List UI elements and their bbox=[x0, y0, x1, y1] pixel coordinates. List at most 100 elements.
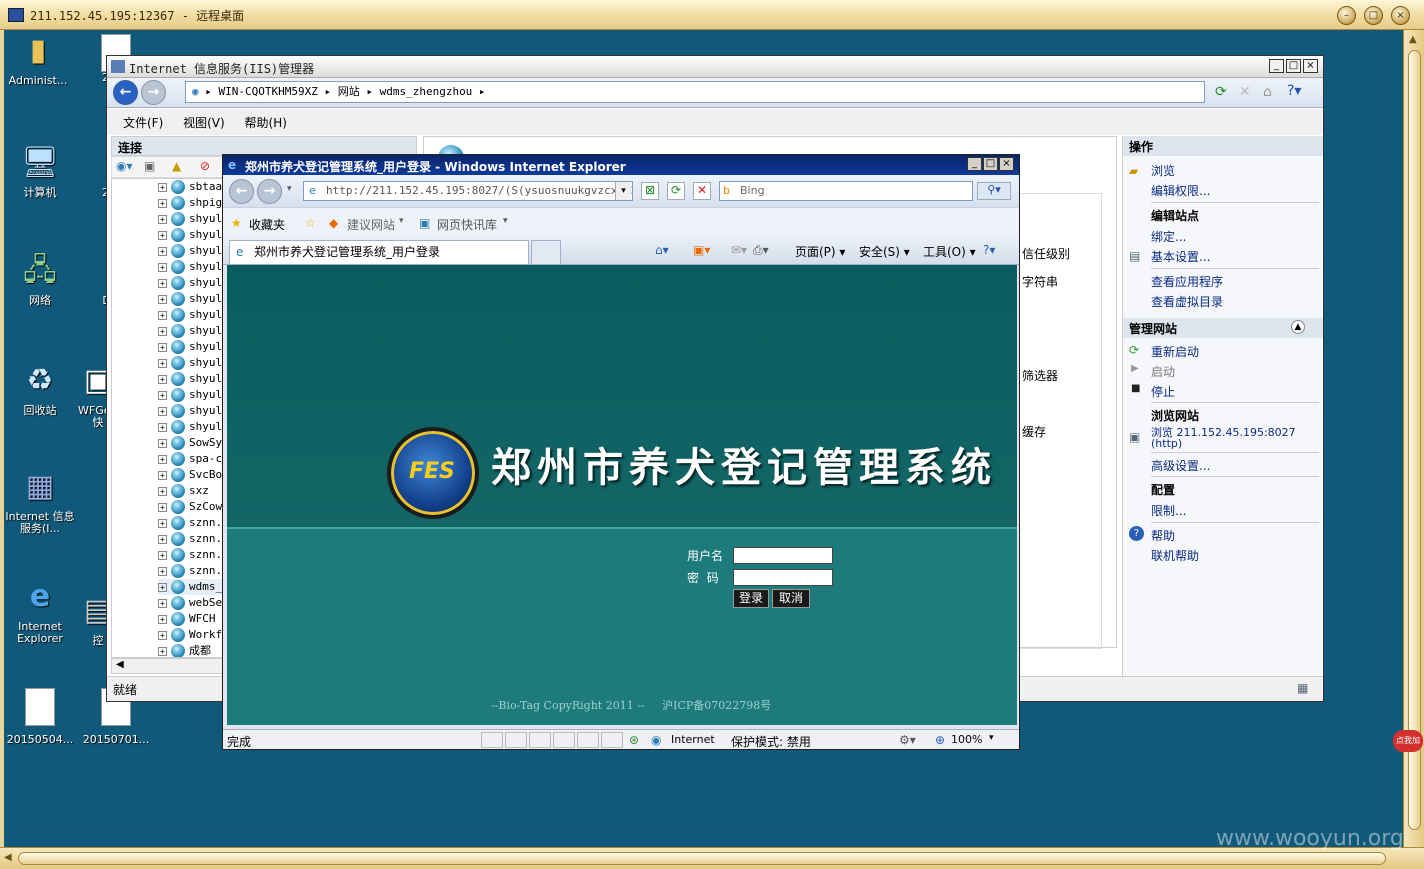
action-browse[interactable]: 浏览 bbox=[1151, 162, 1175, 179]
tree-item[interactable]: + shyul bbox=[158, 403, 222, 419]
expand-icon[interactable]: + bbox=[158, 182, 167, 192]
action-edit-permissions[interactable]: 编辑权限... bbox=[1151, 182, 1210, 199]
back-icon[interactable]: ← bbox=[113, 80, 138, 105]
tree-item[interactable]: + shyul bbox=[158, 371, 222, 387]
action-browse-protocol[interactable]: (http) bbox=[1151, 437, 1182, 450]
compat-view-icon[interactable]: ⊠ bbox=[641, 182, 659, 200]
ie-close-button[interactable]: × bbox=[999, 157, 1014, 171]
tree-item[interactable]: + shyul bbox=[158, 419, 222, 435]
popup-blocker-icon[interactable]: ⚙▾ bbox=[899, 733, 916, 747]
search-icon[interactable]: ⚲▾ bbox=[977, 182, 1011, 200]
action-bindings[interactable]: 绑定... bbox=[1151, 228, 1186, 245]
ie-minimize-button[interactable]: _ bbox=[967, 157, 982, 171]
vertical-scroll-thumb[interactable] bbox=[1408, 50, 1421, 830]
expand-icon[interactable]: + bbox=[158, 390, 167, 400]
action-view-virtual-dirs[interactable]: 查看虚拟目录 bbox=[1151, 293, 1223, 310]
tree-item[interactable]: + sznn. bbox=[158, 515, 222, 531]
action-advanced-settings[interactable]: 高级设置... bbox=[1151, 457, 1210, 474]
new-tab-button[interactable] bbox=[531, 240, 561, 264]
expand-icon[interactable]: + bbox=[158, 582, 167, 592]
suggested-dropdown-icon[interactable]: ▾ bbox=[399, 216, 404, 226]
tree-item[interactable]: + sznn. bbox=[158, 563, 222, 579]
expand-icon[interactable]: + bbox=[158, 262, 167, 272]
expand-icon[interactable]: + bbox=[158, 422, 167, 432]
zoom-level[interactable]: 100% bbox=[951, 733, 982, 746]
action-stop[interactable]: 停止 bbox=[1151, 383, 1175, 400]
expand-icon[interactable]: + bbox=[158, 342, 167, 352]
tree-item[interactable]: + sznn. bbox=[158, 547, 222, 563]
tree-item[interactable]: + spa-c bbox=[158, 451, 222, 467]
cancel-button[interactable]: 取消 bbox=[772, 589, 810, 608]
menu-file[interactable]: 文件(F) bbox=[123, 116, 163, 130]
forward-icon[interactable]: → bbox=[141, 80, 166, 105]
rdp-minimize-button[interactable]: – bbox=[1337, 6, 1356, 25]
password-input[interactable] bbox=[733, 569, 833, 586]
tree-item[interactable]: + SowSy bbox=[158, 435, 222, 451]
tree-item[interactable]: + shyul bbox=[158, 387, 222, 403]
folder-up-icon[interactable]: ▲ bbox=[172, 159, 181, 173]
tree-item[interactable]: + sxz bbox=[158, 483, 209, 499]
tree-item[interactable]: + SvcBo bbox=[158, 467, 222, 483]
rdp-vertical-scrollbar[interactable]: ▲ bbox=[1403, 30, 1424, 849]
zoom-dropdown-icon[interactable]: ▾ bbox=[989, 733, 994, 743]
tab-login[interactable]: e 郑州市养犬登记管理系统_用户登录 bbox=[229, 240, 529, 264]
save-icon[interactable]: ▣ bbox=[144, 159, 155, 173]
rdp-maximize-button[interactable]: □ bbox=[1364, 6, 1383, 25]
desktop-icon-computer[interactable]: 🖥 计算机 bbox=[2, 142, 78, 199]
tree-item[interactable]: + sznn. bbox=[158, 531, 222, 547]
print-icon[interactable]: ⎙▾ bbox=[753, 243, 769, 258]
connect-icon[interactable]: ◉▾ bbox=[116, 159, 133, 173]
tree-item[interactable]: + webSe bbox=[158, 595, 222, 611]
tree-item[interactable]: + shyul bbox=[158, 275, 222, 291]
tree-item[interactable]: + shyul bbox=[158, 259, 222, 275]
tree-item[interactable]: + shyul bbox=[158, 355, 222, 371]
action-basic-settings[interactable]: 基本设置... bbox=[1151, 248, 1210, 265]
tree-item[interactable]: + shpig bbox=[158, 195, 222, 211]
expand-icon[interactable]: + bbox=[158, 230, 167, 240]
ie-search-field[interactable]: Bing bbox=[719, 181, 973, 201]
scroll-left-icon[interactable]: ◀ bbox=[116, 659, 124, 670]
expand-icon[interactable]: + bbox=[158, 198, 167, 208]
expand-icon[interactable]: + bbox=[158, 374, 167, 384]
forward-icon[interactable]: → bbox=[257, 179, 282, 204]
login-button[interactable]: 登录 bbox=[733, 589, 769, 608]
disconnect-icon[interactable]: ⊘ bbox=[200, 159, 210, 173]
expand-icon[interactable]: + bbox=[158, 406, 167, 416]
expand-icon[interactable]: + bbox=[158, 438, 167, 448]
expand-icon[interactable]: + bbox=[158, 246, 167, 256]
username-input[interactable] bbox=[733, 547, 833, 564]
url-dropdown-icon[interactable]: ▾ bbox=[615, 182, 631, 200]
iis-minimize-button[interactable]: _ bbox=[1269, 59, 1284, 73]
help-icon[interactable]: ?▾ bbox=[983, 243, 995, 257]
feature-trust-level[interactable]: 信任级别 bbox=[1022, 245, 1070, 262]
feeds-icon[interactable]: ▣▾ bbox=[693, 243, 710, 257]
tree-item[interactable]: + shyul bbox=[158, 227, 222, 243]
stop-icon[interactable]: ✕ bbox=[1239, 84, 1251, 100]
ie-maximize-button[interactable]: □ bbox=[983, 157, 998, 171]
tree-item[interactable]: + shyul bbox=[158, 307, 222, 323]
action-help[interactable]: 帮助 bbox=[1151, 527, 1175, 544]
collapse-icon[interactable]: ▲ bbox=[1291, 320, 1305, 334]
stop-icon[interactable]: ✕ bbox=[693, 182, 711, 200]
history-dropdown-icon[interactable]: ▾ bbox=[287, 184, 292, 194]
feature-filters[interactable]: 筛选器 bbox=[1022, 367, 1058, 384]
expand-icon[interactable]: + bbox=[158, 566, 167, 576]
breadcrumb-server[interactable]: WIN-CQOTKHM59XZ bbox=[219, 85, 318, 98]
rdp-titlebar[interactable]: 211.152.45.195:12367 - 远程桌面 – □ × bbox=[0, 0, 1424, 30]
expand-icon[interactable]: + bbox=[158, 278, 167, 288]
tree-item[interactable]: + wdms_ bbox=[158, 579, 223, 595]
expand-icon[interactable]: + bbox=[158, 646, 167, 656]
menu-safety[interactable]: 安全(S) ▾ bbox=[859, 243, 910, 260]
desktop-icon-administrator[interactable]: ▮ Administ... bbox=[0, 30, 76, 87]
expand-icon[interactable]: + bbox=[158, 358, 167, 368]
scroll-up-icon[interactable]: ▲ bbox=[1409, 34, 1417, 45]
expand-icon[interactable]: + bbox=[158, 486, 167, 496]
expand-icon[interactable]: + bbox=[158, 294, 167, 304]
feature-connection-strings[interactable]: 字符串 bbox=[1022, 273, 1058, 290]
refresh-icon[interactable]: ⟳ bbox=[1215, 84, 1227, 100]
tree-item[interactable]: + 成都 bbox=[158, 643, 211, 657]
rdp-horizontal-scrollbar[interactable]: ◀ bbox=[0, 847, 1424, 869]
breadcrumb-sites[interactable]: 网站 bbox=[338, 85, 360, 98]
expand-icon[interactable]: + bbox=[158, 214, 167, 224]
menu-help[interactable]: 帮助(H) bbox=[245, 116, 287, 130]
